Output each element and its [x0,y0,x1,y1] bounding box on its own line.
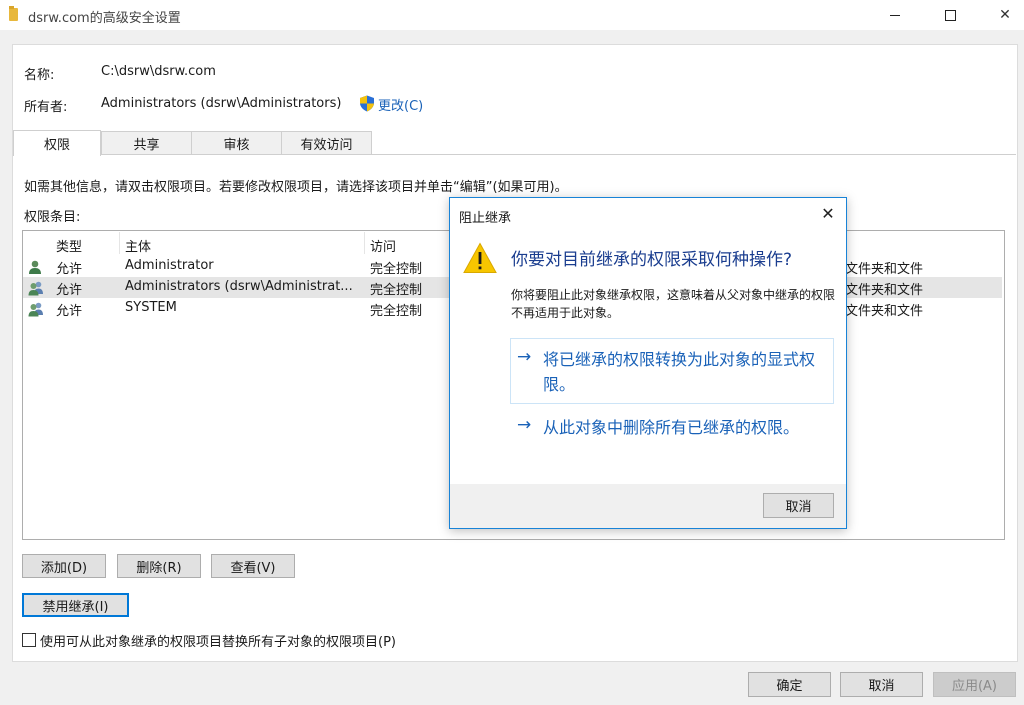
column-separator [119,232,120,254]
folder-icon [9,6,18,21]
ok-button[interactable]: 确定 [748,672,831,697]
group-icon [28,281,43,296]
option-label: 从此对象中删除所有已继承的权限。 [543,418,800,437]
row-principal: Administrators (dsrw\Administrat... [125,279,353,294]
row-type: 允许 [56,304,83,319]
block-inheritance-dialog: 阻止继承 ✕ 你要对目前继承的权限采取何种操作? 你将要阻止此对象继承权限，这意… [449,197,847,529]
dialog-title: 阻止继承 [459,211,512,226]
row-access: 完全控制 [370,304,423,319]
tab-sharing[interactable]: 共享 [101,131,192,155]
uac-shield-icon [360,95,374,112]
disable-inheritance-button[interactable]: 禁用继承(I) [22,593,129,617]
maximize-icon [944,9,956,21]
column-separator [364,232,365,254]
column-header-principal[interactable]: 主体 [125,236,151,255]
change-owner-link[interactable]: 更改(C) [378,95,423,114]
close-icon: ✕ [821,203,835,223]
group-icon [28,302,43,317]
arrow-right-icon: → [517,347,532,367]
row-applies-to: 文件夹和文件 [845,283,924,298]
replace-child-permissions-checkbox[interactable] [22,633,36,647]
name-value: C:\dsrw\dsrw.com [101,64,216,79]
view-button[interactable]: 查看(V) [211,554,295,578]
row-applies-to: 文件夹和文件 [845,304,924,319]
tab-auditing[interactable]: 审核 [191,131,282,155]
close-icon: ✕ [999,7,1011,23]
remove-inherited-permissions-option[interactable]: → 从此对象中删除所有已继承的权限。 [510,406,834,472]
replace-child-permissions-label: 使用可从此对象继承的权限项目替换所有子对象的权限项目(P) [40,635,396,650]
owner-value: Administrators (dsrw\Administrators) [101,96,342,111]
row-principal: Administrator [125,258,214,273]
title-bar: dsrw.com的高级安全设置 ✕ [0,0,1024,30]
row-access: 完全控制 [370,262,423,277]
row-type: 允许 [56,262,83,277]
row-applies-to: 文件夹和文件 [845,262,924,277]
dialog-footer: 取消 [450,484,846,528]
close-button[interactable]: ✕ [982,0,1024,30]
minimize-button[interactable] [872,0,918,30]
name-label: 名称: [24,68,55,83]
row-principal: SYSTEM [125,300,177,315]
row-access: 完全控制 [370,283,423,298]
arrow-right-icon: → [517,415,532,435]
add-button[interactable]: 添加(D) [22,554,106,578]
column-header-type[interactable]: 类型 [56,236,82,255]
tab-permissions[interactable]: 权限 [13,130,101,156]
tab-divider [13,154,1016,155]
permission-entries-label: 权限条目: [24,210,81,225]
instruction-text: 如需其他信息，请双击权限项目。若要修改权限项目，请选择该项目并单击“编辑”(如果… [24,180,568,195]
window-title: dsrw.com的高级安全设置 [28,11,181,26]
minimize-icon [890,14,900,16]
cancel-button[interactable]: 取消 [840,672,923,697]
dialog-cancel-button[interactable]: 取消 [763,493,834,518]
tab-effective-access[interactable]: 有效访问 [281,131,372,155]
dialog-close-button[interactable]: ✕ [818,203,838,223]
user-icon [29,260,41,274]
owner-label: 所有者: [24,100,68,115]
apply-button[interactable]: 应用(A) [933,672,1016,697]
remove-button[interactable]: 删除(R) [117,554,201,578]
dialog-heading: 你要对目前继承的权限采取何种操作? [511,250,793,270]
maximize-button[interactable] [927,0,973,30]
column-header-access[interactable]: 访问 [370,236,396,255]
row-type: 允许 [56,283,83,298]
convert-inherited-permissions-option[interactable]: → 将已继承的权限转换为此对象的显式权限。 [510,338,834,404]
warning-icon [463,242,497,273]
dialog-description: 你将要阻止此对象继承权限，这意味着从父对象中继承的权限不再适用于此对象。 [511,288,836,320]
option-label: 将已继承的权限转换为此对象的显式权限。 [543,350,816,394]
